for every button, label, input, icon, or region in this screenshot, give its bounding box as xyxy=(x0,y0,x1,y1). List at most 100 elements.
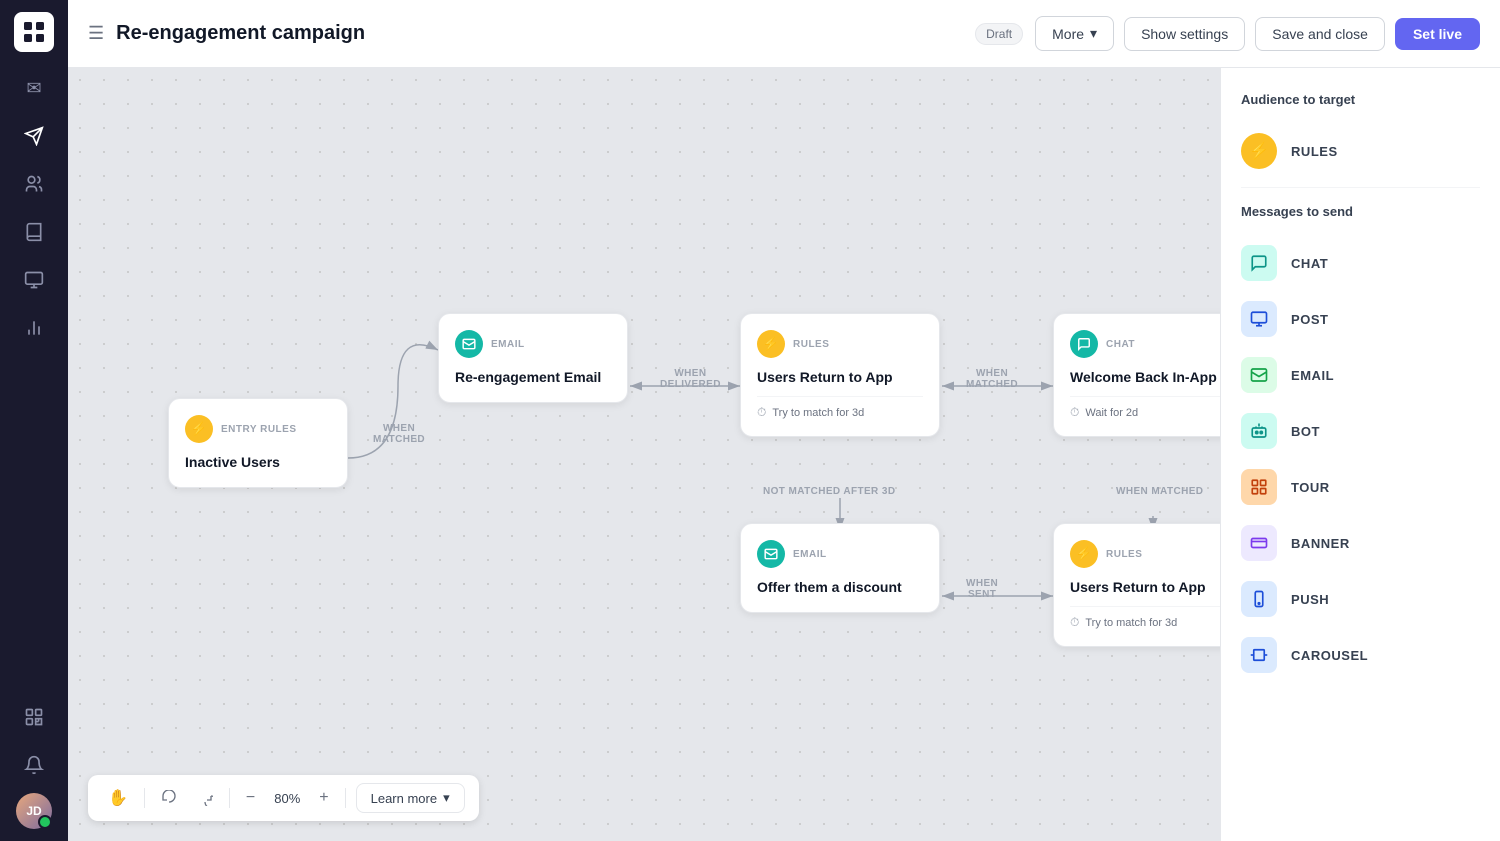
sidebar-item-notifications[interactable] xyxy=(14,745,54,785)
save-close-button[interactable]: Save and close xyxy=(1255,17,1385,51)
connector-when-sent: WHENSENT xyxy=(966,578,998,600)
email-discount-node[interactable]: EMAIL Offer them a discount xyxy=(740,523,940,613)
email-icon-2 xyxy=(757,540,785,568)
toolbar-sep-2 xyxy=(229,788,230,808)
status-badge: Draft xyxy=(975,23,1023,45)
email-node-1[interactable]: EMAIL Re-engagement Email xyxy=(438,313,628,403)
rules-badge-icon: ⚡ xyxy=(1241,133,1277,169)
rules-icon-1: ⚡ xyxy=(757,330,785,358)
message-banner-item[interactable]: BANNER xyxy=(1241,515,1480,571)
sidebar-item-reports[interactable] xyxy=(14,308,54,348)
email-type-1: EMAIL xyxy=(491,339,525,350)
message-push-label: PUSH xyxy=(1291,592,1329,607)
rules-title-1: Users Return to App xyxy=(757,368,923,386)
message-post-item[interactable]: POST xyxy=(1241,291,1480,347)
rules-footer-1: Try to match for 3d xyxy=(772,407,864,419)
bot-message-icon xyxy=(1241,413,1277,449)
connector-when-matched-2: WHENMATCHED xyxy=(966,368,1018,390)
sidebar-item-messages[interactable] xyxy=(14,697,54,737)
rules-icon-2: ⚡ xyxy=(1070,540,1098,568)
chevron-down-icon-2: ▾ xyxy=(443,790,450,806)
clock-icon-1: ⏱ xyxy=(757,405,766,420)
tour-message-icon xyxy=(1241,469,1277,505)
redo-button[interactable] xyxy=(191,786,219,810)
email-icon-1 xyxy=(455,330,483,358)
more-button[interactable]: More ▾ xyxy=(1035,16,1114,51)
page-title: Re-engagement campaign xyxy=(116,22,963,45)
chat-footer: Wait for 2d xyxy=(1085,407,1138,419)
chevron-down-icon: ▾ xyxy=(1090,25,1097,42)
message-banner-label: BANNER xyxy=(1291,536,1350,551)
carousel-message-icon xyxy=(1241,637,1277,673)
sidebar-logo[interactable] xyxy=(14,12,54,52)
clock-icon-chat: ⏱ xyxy=(1070,405,1079,420)
entry-rules-node[interactable]: ⚡ ENTRY RULES Inactive Users xyxy=(168,398,348,488)
canvas-toolbar: ✋ − 80% + Learn more ▾ xyxy=(88,775,479,821)
rules-title-2: Users Return to App xyxy=(1070,578,1220,596)
email-type-2: EMAIL xyxy=(793,549,827,560)
message-tour-item[interactable]: TOUR xyxy=(1241,459,1480,515)
hand-tool-button[interactable]: ✋ xyxy=(102,784,134,812)
sidebar: ✉ JD xyxy=(0,0,68,841)
entry-rules-icon: ⚡ xyxy=(185,415,213,443)
message-carousel-label: CAROUSEL xyxy=(1291,648,1368,663)
chat-icon xyxy=(1070,330,1098,358)
sidebar-item-contacts[interactable] xyxy=(14,164,54,204)
header: ☰ Re-engagement campaign Draft More ▾ Sh… xyxy=(68,0,1500,68)
chat-node[interactable]: CHAT Welcome Back In-App ⏱ Wait for 2d xyxy=(1053,313,1220,437)
banner-message-icon xyxy=(1241,525,1277,561)
audience-rules-item[interactable]: ⚡ RULES xyxy=(1241,123,1480,179)
chat-title: Welcome Back In-App xyxy=(1070,368,1220,386)
set-live-button[interactable]: Set live xyxy=(1395,18,1480,50)
message-bot-item[interactable]: BOT xyxy=(1241,403,1480,459)
content-area: WHENMATCHED WHENDELIVERED WHENMATCHED NO… xyxy=(68,68,1500,841)
message-carousel-item[interactable]: CAROUSEL xyxy=(1241,627,1480,683)
sidebar-item-campaigns[interactable] xyxy=(14,116,54,156)
entry-rules-title: Inactive Users xyxy=(185,453,331,471)
rules-type-1: RULES xyxy=(793,339,829,350)
toolbar-sep-3 xyxy=(345,788,346,808)
panel-divider-1 xyxy=(1241,187,1480,188)
main-area: ☰ Re-engagement campaign Draft More ▾ Sh… xyxy=(68,0,1500,841)
rules-type-2: RULES xyxy=(1106,549,1142,560)
email-message-icon xyxy=(1241,357,1277,393)
message-chat-item[interactable]: CHAT xyxy=(1241,235,1480,291)
audience-section-title: Audience to target xyxy=(1241,92,1480,107)
header-actions: More ▾ Show settings Save and close Set … xyxy=(1035,16,1480,51)
connector-when-delivered: WHENDELIVERED xyxy=(660,368,721,390)
email-title-2: Offer them a discount xyxy=(757,578,923,596)
push-message-icon xyxy=(1241,581,1277,617)
sidebar-item-knowledge[interactable] xyxy=(14,212,54,252)
sidebar-item-inbox[interactable]: ✉ xyxy=(14,68,54,108)
entry-rules-type: ENTRY RULES xyxy=(221,424,297,435)
sidebar-item-inbox2[interactable] xyxy=(14,260,54,300)
zoom-out-button[interactable]: − xyxy=(240,785,261,811)
menu-icon[interactable]: ☰ xyxy=(88,23,104,44)
user-avatar[interactable]: JD xyxy=(16,793,52,829)
connector-when-matched-1: WHENMATCHED xyxy=(373,423,425,445)
learn-more-button[interactable]: Learn more ▾ xyxy=(356,783,465,813)
toolbar-sep-1 xyxy=(144,788,145,808)
message-push-item[interactable]: PUSH xyxy=(1241,571,1480,627)
message-chat-label: CHAT xyxy=(1291,256,1328,271)
undo-button[interactable] xyxy=(155,786,183,810)
rules-node-2[interactable]: ⚡ RULES Users Return to App ⏱ Try to mat… xyxy=(1053,523,1220,647)
message-post-label: POST xyxy=(1291,312,1328,327)
message-email-item[interactable]: EMAIL xyxy=(1241,347,1480,403)
show-settings-button[interactable]: Show settings xyxy=(1124,17,1245,51)
rules-footer-2: Try to match for 3d xyxy=(1085,617,1177,629)
right-panel: Audience to target ⚡ RULES Messages to s… xyxy=(1220,68,1500,841)
chat-type: CHAT xyxy=(1106,339,1135,350)
post-message-icon xyxy=(1241,301,1277,337)
chat-message-icon xyxy=(1241,245,1277,281)
clock-icon-2: ⏱ xyxy=(1070,615,1079,630)
flow-canvas[interactable]: WHENMATCHED WHENDELIVERED WHENMATCHED NO… xyxy=(68,68,1220,841)
message-tour-label: TOUR xyxy=(1291,480,1330,495)
zoom-level: 80% xyxy=(269,791,305,806)
message-email-label: EMAIL xyxy=(1291,368,1334,383)
rules-node-1[interactable]: ⚡ RULES Users Return to App ⏱ Try to mat… xyxy=(740,313,940,437)
zoom-in-button[interactable]: + xyxy=(313,785,334,811)
message-bot-label: BOT xyxy=(1291,424,1320,439)
messages-section-title: Messages to send xyxy=(1241,204,1480,219)
audience-rules-label: RULES xyxy=(1291,144,1338,159)
